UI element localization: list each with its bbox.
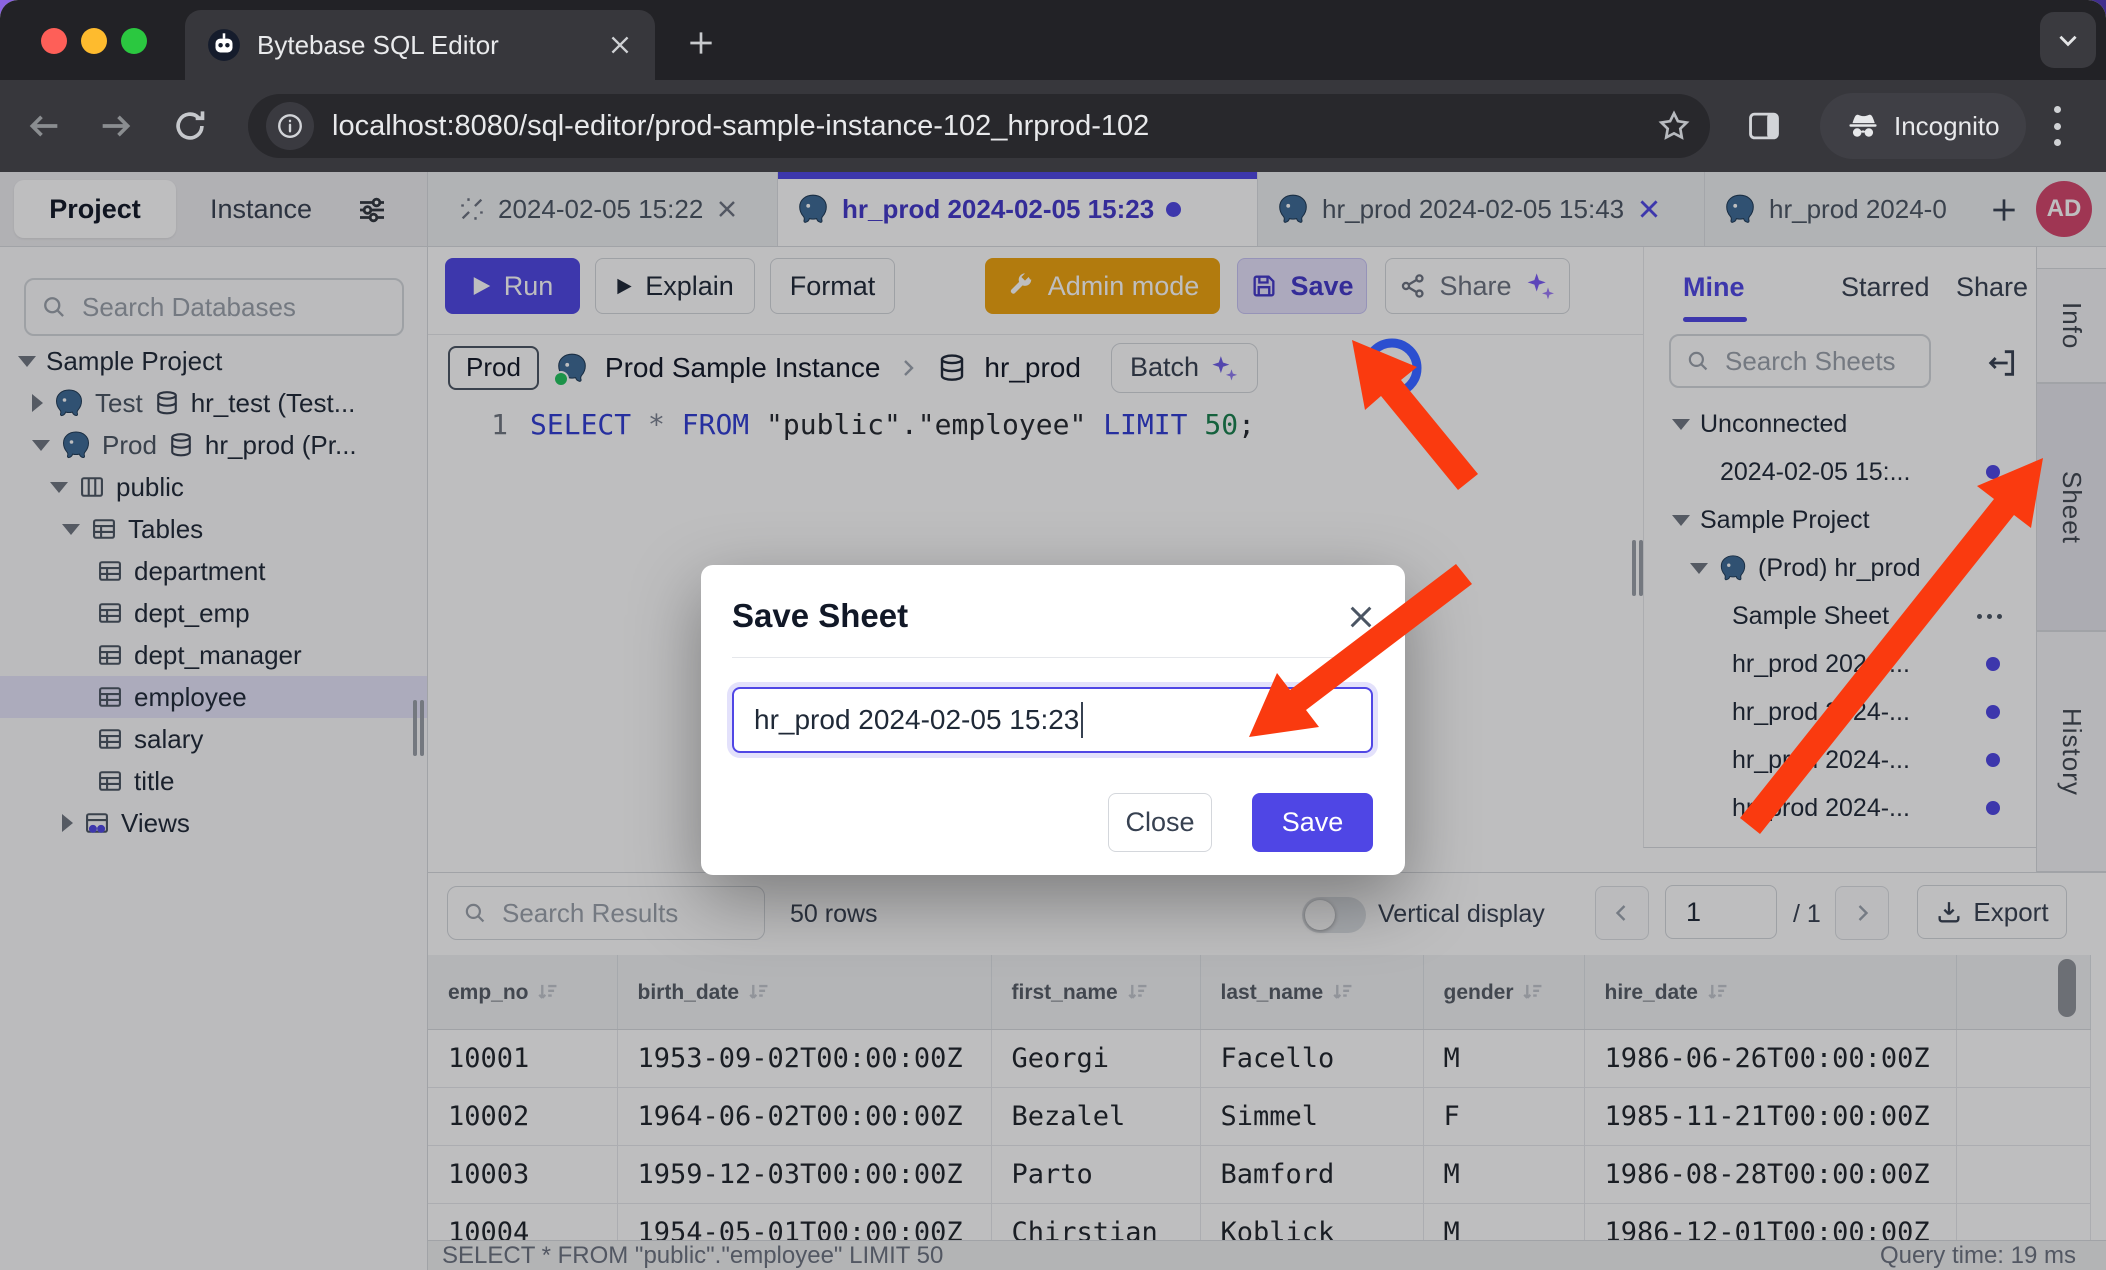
url-text: localhost:8080/sql-editor/prod-sample-in… <box>332 110 1656 143</box>
text-caret <box>1081 702 1083 738</box>
browser-chrome: Bytebase SQL Editor <box>0 0 2106 172</box>
close-modal-icon[interactable] <box>1343 599 1379 635</box>
minimize-window-button[interactable] <box>81 28 107 54</box>
modal-close-button[interactable]: Close <box>1108 793 1212 852</box>
tab-search-chevron-button[interactable] <box>2040 12 2096 68</box>
address-bar[interactable]: localhost:8080/sql-editor/prod-sample-in… <box>248 94 1710 158</box>
bytebase-favicon <box>207 28 241 62</box>
browser-window: Bytebase SQL Editor <box>0 0 2106 1270</box>
browser-tab-title: Bytebase SQL Editor <box>257 30 591 61</box>
reload-button[interactable] <box>168 104 212 148</box>
close-tab-icon[interactable] <box>607 32 633 58</box>
incognito-label: Incognito <box>1894 111 2000 142</box>
browser-navbar: localhost:8080/sql-editor/prod-sample-in… <box>0 80 2106 172</box>
browser-tabstrip: Bytebase SQL Editor <box>0 0 2106 80</box>
page-content: Project Instance Sample Project Test <box>0 172 2106 1270</box>
modal-save-button[interactable]: Save <box>1252 793 1373 852</box>
browser-menu-icon[interactable] <box>2052 106 2062 146</box>
maximize-window-button[interactable] <box>121 28 147 54</box>
new-tab-button[interactable] <box>678 20 724 66</box>
bookmark-star-icon[interactable] <box>1656 108 1692 144</box>
close-window-button[interactable] <box>41 28 67 54</box>
modal-title: Save Sheet <box>732 597 908 635</box>
incognito-icon <box>1846 109 1880 143</box>
browser-tab[interactable]: Bytebase SQL Editor <box>185 10 655 80</box>
divider <box>732 657 1374 658</box>
sheet-name-input[interactable]: hr_prod 2024-02-05 15:23 <box>732 687 1373 753</box>
save-sheet-modal: Save Sheet hr_prod 2024-02-05 15:23 Clos… <box>701 565 1405 875</box>
incognito-badge: Incognito <box>1820 93 2026 159</box>
site-info-icon[interactable] <box>266 102 314 150</box>
screen: Bytebase SQL Editor <box>0 0 2106 1270</box>
side-panel-icon[interactable] <box>1742 104 1786 148</box>
forward-button[interactable] <box>94 104 138 148</box>
back-button[interactable] <box>22 104 66 148</box>
